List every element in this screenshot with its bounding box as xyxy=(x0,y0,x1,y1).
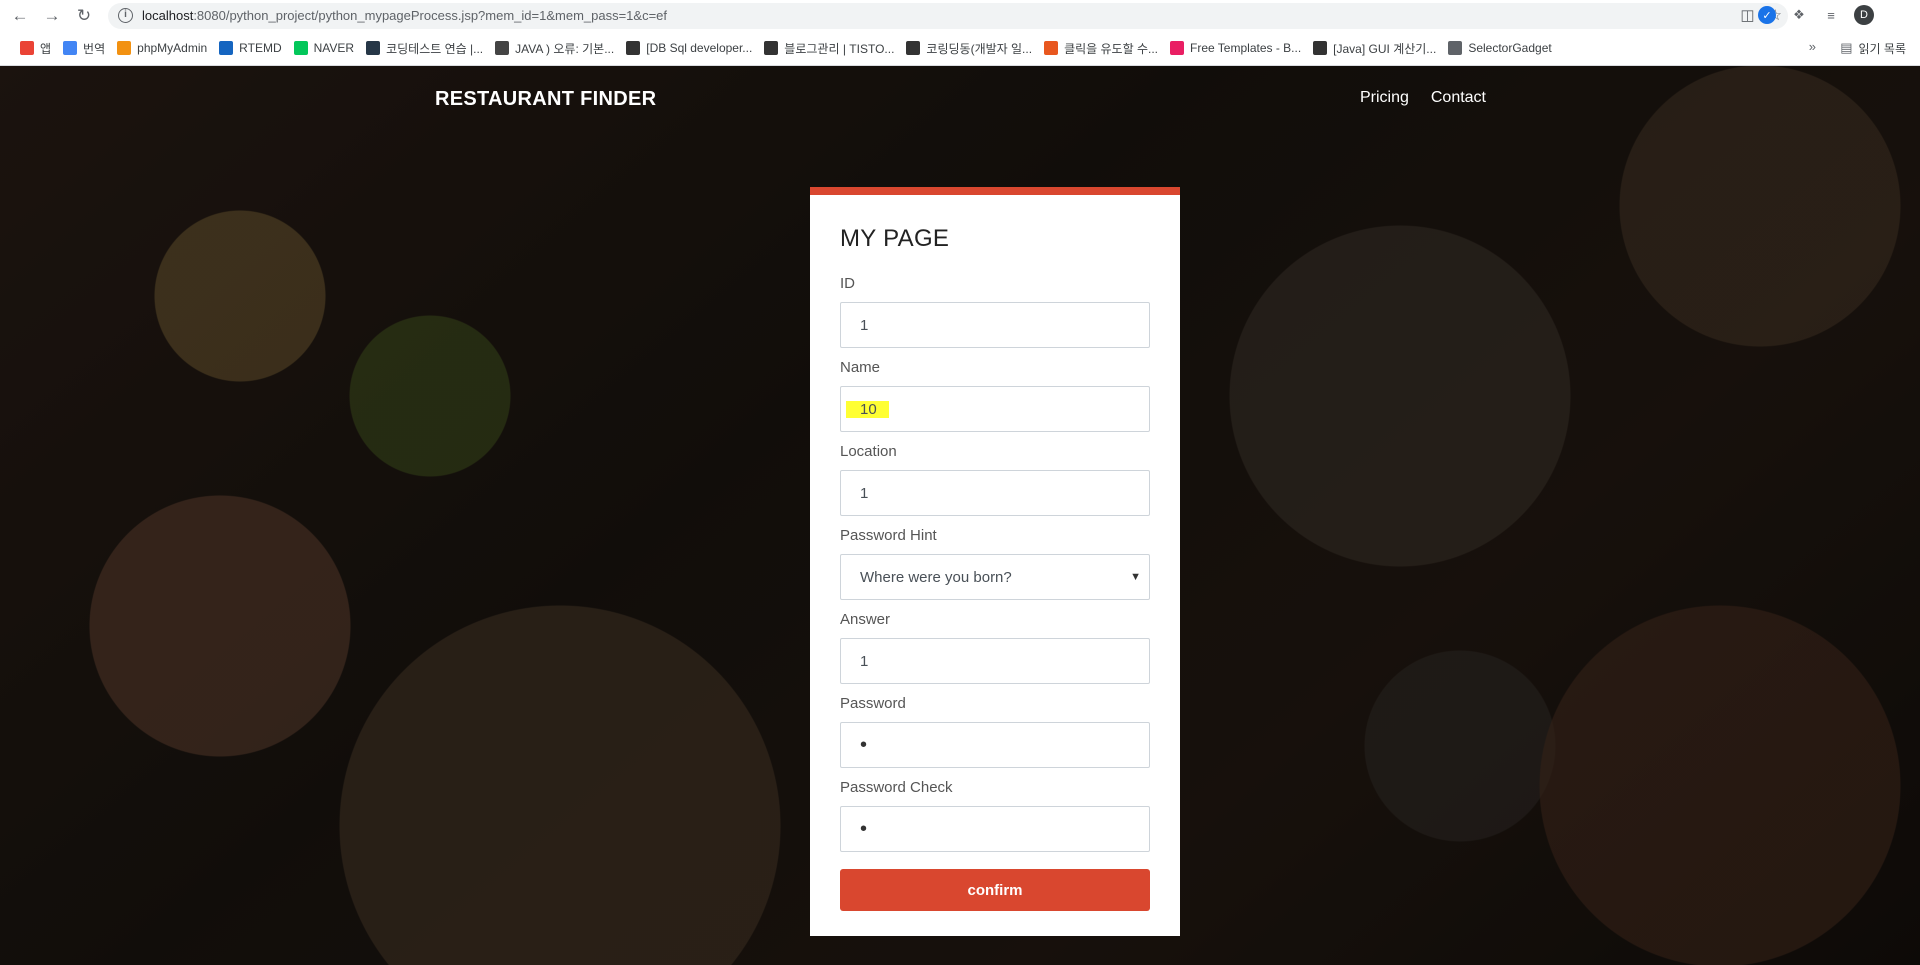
bookmark-label: Free Templates - B... xyxy=(1190,41,1302,55)
bookmarks-bar: 앱 번역 phpMyAdmin RTEMD NAVER 코딩테스트 연습 |... JAVA… xyxy=(0,36,1920,60)
location-value: 1 xyxy=(860,484,869,502)
extensions-puzzle-icon[interactable]: ❖ xyxy=(1790,6,1808,24)
url-text[interactable]: localhost:8080/python_project/python_myp… xyxy=(142,8,667,23)
templates-icon xyxy=(1170,41,1185,55)
reload-icon[interactable]: ↻ xyxy=(72,4,96,28)
browser-toolbar: ← → ↻ i localhost:8080/python_project/py… xyxy=(0,0,1920,32)
bookmark-label: 블로그관리 | TISTO... xyxy=(784,41,895,56)
more-bookmarks-icon[interactable]: » xyxy=(1809,39,1816,54)
password-hint-select[interactable]: Where were you born? ▼ xyxy=(840,554,1150,600)
rtemd-icon xyxy=(219,41,234,55)
password-input[interactable]: • xyxy=(840,722,1150,768)
phpmyadmin-icon xyxy=(117,41,132,55)
password-mask: • xyxy=(860,734,868,756)
bookmark-item[interactable]: NAVER xyxy=(288,36,360,60)
id-value: 1 xyxy=(860,316,869,334)
password-label: Password xyxy=(840,695,906,712)
form-title: MY PAGE xyxy=(840,225,950,252)
tistory-icon xyxy=(906,41,921,55)
bookmark-item[interactable]: RTEMD xyxy=(213,36,287,60)
answer-value: 1 xyxy=(860,652,869,670)
bookmark-item[interactable]: phpMyAdmin xyxy=(111,36,213,60)
back-arrow-icon[interactable]: ← xyxy=(8,4,32,28)
bookmark-label: RTEMD xyxy=(239,41,282,55)
bookmark-item[interactable]: [Java] GUI 계산기... xyxy=(1307,36,1442,60)
confirm-button[interactable]: confirm xyxy=(840,869,1150,911)
location-label: Location xyxy=(840,443,897,460)
password-hint-value: Where were you born? xyxy=(860,568,1012,586)
bookmark-label: 앱 xyxy=(40,41,52,56)
page-background: RESTAURANT FINDER Pricing Contact MY PAG… xyxy=(0,66,1920,965)
reading-list-label: 읽기 목록 xyxy=(1858,41,1907,56)
mypage-form-card: MY PAGE ID 1 Name 10 Location 1 Password… xyxy=(810,187,1180,936)
site-header: RESTAURANT FINDER Pricing Contact xyxy=(0,66,1920,136)
bookmark-label: NAVER xyxy=(313,41,355,55)
tistory-icon xyxy=(1313,41,1328,55)
bookmark-item[interactable]: [DB Sql developer... xyxy=(620,36,758,60)
chevron-down-icon: ▼ xyxy=(1130,571,1141,583)
password-check-input[interactable]: • xyxy=(840,806,1150,852)
bookmark-item[interactable]: 앱 xyxy=(14,36,57,60)
password-hint-label: Password Hint xyxy=(840,527,937,544)
nav-contact-link[interactable]: Contact xyxy=(1431,89,1486,107)
location-input[interactable]: 1 xyxy=(840,470,1150,516)
id-input[interactable]: 1 xyxy=(840,302,1150,348)
profile-avatar[interactable]: D xyxy=(1854,5,1874,25)
bookmark-item[interactable]: 번역 xyxy=(57,36,111,60)
apps-grid-icon xyxy=(20,41,34,55)
media-queue-icon[interactable]: ≡ xyxy=(1822,6,1840,24)
tistory-icon xyxy=(626,41,641,55)
address-bar[interactable]: i localhost:8080/python_project/python_m… xyxy=(108,3,1788,29)
reading-list-icon: ▤ xyxy=(1840,40,1853,55)
java-icon xyxy=(495,41,510,55)
password-check-mask: • xyxy=(860,818,868,840)
bookmark-item[interactable]: 블로그관리 | TISTO... xyxy=(758,36,900,60)
forward-arrow-icon[interactable]: → xyxy=(40,4,64,28)
bookmark-item[interactable]: 코딩테스트 연습 |... xyxy=(360,36,489,60)
site-nav: Pricing Contact xyxy=(1360,89,1486,107)
reading-list-button[interactable]: ▤ 읽기 목록 xyxy=(1840,36,1906,60)
browser-chrome: ← → ↻ i localhost:8080/python_project/py… xyxy=(0,0,1920,66)
tistory-icon xyxy=(764,41,779,55)
bookmark-label: [DB Sql developer... xyxy=(646,41,753,55)
name-label: Name xyxy=(840,359,881,376)
id-label: ID xyxy=(840,275,855,292)
translate-page-icon[interactable]: ◫ xyxy=(1740,6,1754,24)
bookmark-item[interactable]: Free Templates - B... xyxy=(1164,36,1307,60)
programmers-icon xyxy=(366,41,381,55)
selectorgadget-icon xyxy=(1448,41,1463,55)
name-input[interactable]: 10 xyxy=(840,386,1150,432)
bookmark-label: phpMyAdmin xyxy=(137,41,208,55)
translate-icon xyxy=(63,41,78,55)
bookmark-label: 클릭을 유도할 수... xyxy=(1064,41,1159,56)
bookmark-label: 코링딩동(개발자 일... xyxy=(926,41,1033,56)
name-value: 10 xyxy=(846,400,889,418)
bookmark-item[interactable]: 클릭을 유도할 수... xyxy=(1038,36,1164,60)
answer-input[interactable]: 1 xyxy=(840,638,1150,684)
bookmark-item[interactable]: SelectorGadget xyxy=(1442,36,1557,60)
extension-check-icon[interactable]: ✓ xyxy=(1758,6,1776,24)
nav-pricing-link[interactable]: Pricing xyxy=(1360,89,1409,107)
bookmark-label: SelectorGadget xyxy=(1468,41,1552,55)
bookmark-label: 코딩테스트 연습 |... xyxy=(386,41,484,56)
bookmark-item[interactable]: 코링딩동(개발자 일... xyxy=(900,36,1038,60)
naver-icon xyxy=(293,41,308,55)
answer-label: Answer xyxy=(840,611,891,628)
bookmark-orange-icon xyxy=(1044,41,1059,55)
bookmark-label: JAVA ) 오류: 기본... xyxy=(515,41,615,56)
bookmark-label: 번역 xyxy=(83,41,106,56)
password-check-label: Password Check xyxy=(840,779,953,796)
site-info-icon[interactable]: i xyxy=(118,8,133,23)
brand-logo[interactable]: RESTAURANT FINDER xyxy=(435,88,656,111)
bookmark-label: [Java] GUI 계산기... xyxy=(1333,41,1437,56)
bookmark-item[interactable]: JAVA ) 오류: 기본... xyxy=(489,36,620,60)
